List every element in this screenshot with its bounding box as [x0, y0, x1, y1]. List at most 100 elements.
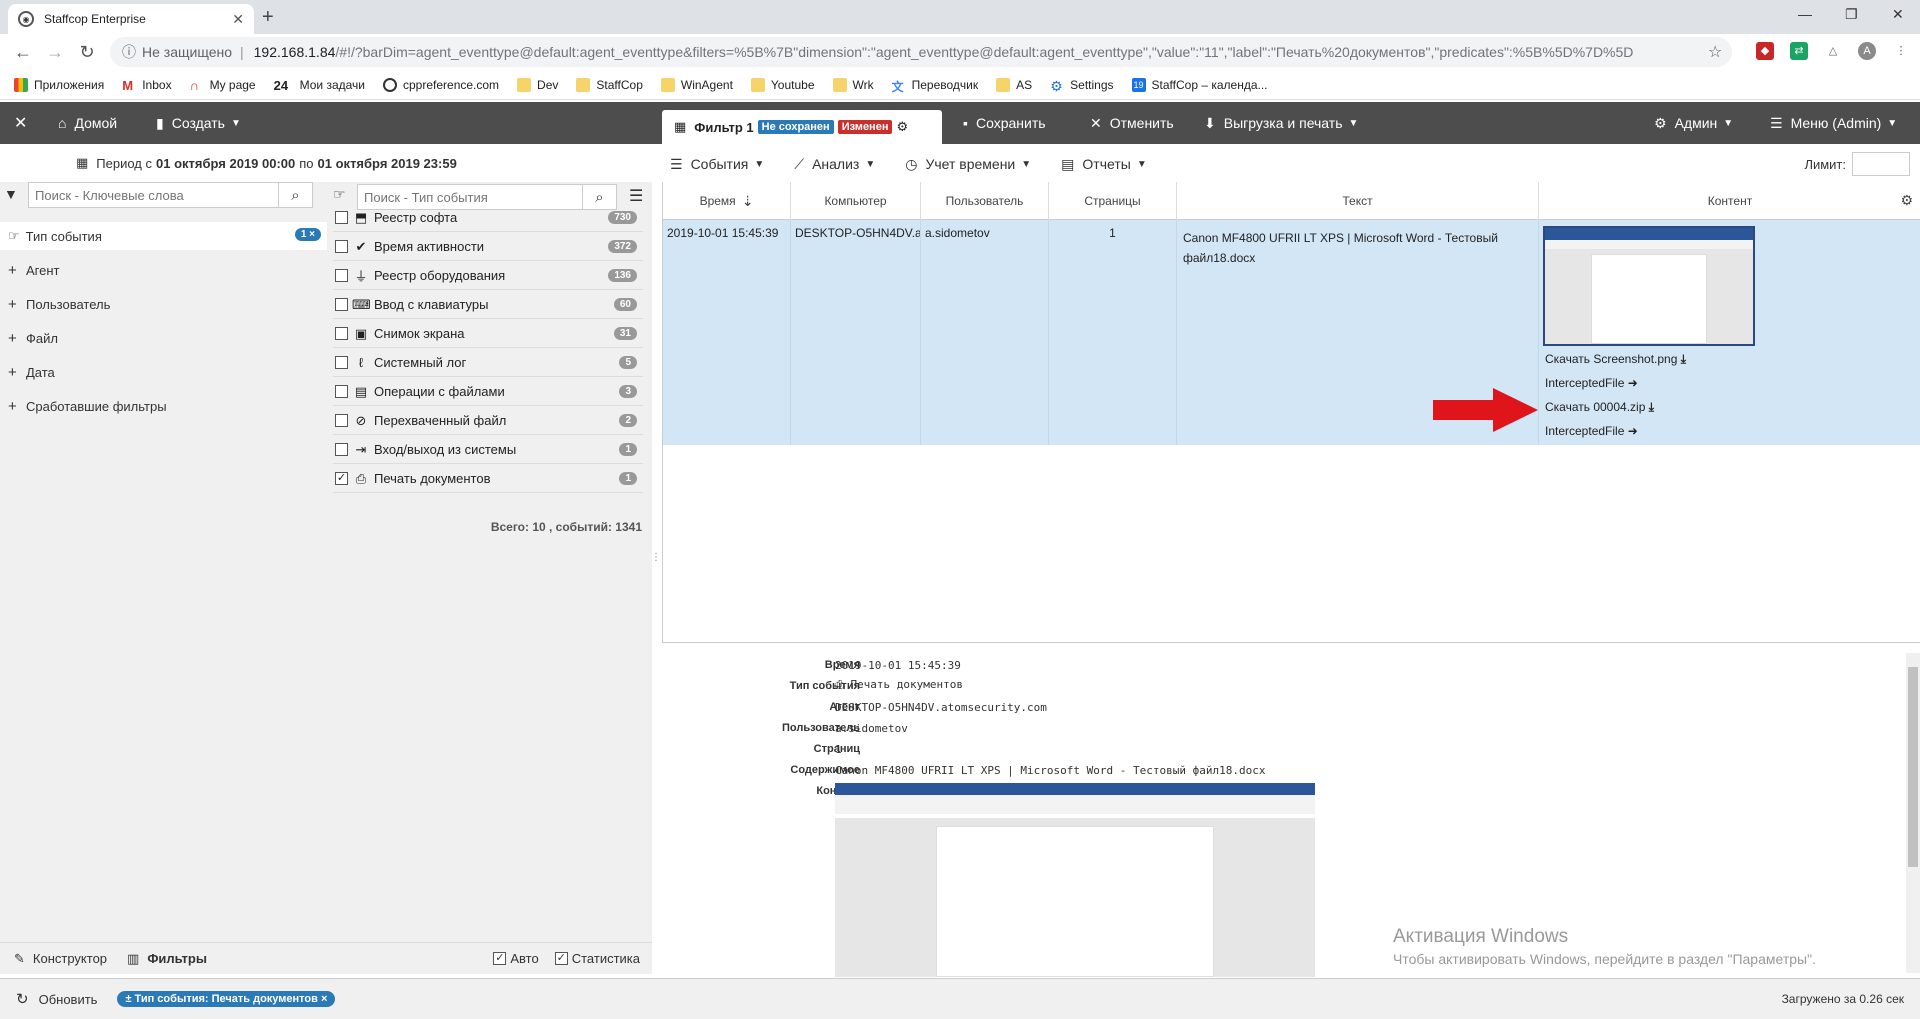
resize-handle[interactable]: ⋮	[651, 552, 661, 563]
bookmark-apps[interactable]: Приложения	[14, 77, 104, 92]
column-user[interactable]: Пользователь	[921, 182, 1049, 220]
column-time[interactable]: Время ⇣	[663, 182, 791, 220]
checkbox[interactable]	[335, 240, 348, 253]
refresh-button[interactable]: ↻ Обновить	[16, 990, 97, 1008]
close-panel-button[interactable]: ✕	[14, 102, 27, 144]
column-computer[interactable]: Компьютер	[791, 182, 921, 220]
bookmark-inbox[interactable]: M Inbox	[122, 78, 171, 93]
bookmark-staffcop[interactable]: StaffCop	[576, 77, 643, 92]
filter-tab[interactable]: ▦ Фильтр 1 Не сохранен Изменен ⚙	[662, 110, 942, 144]
column-text[interactable]: Текст	[1177, 182, 1539, 220]
bookmark-mypage[interactable]: ∩ My page	[190, 78, 256, 93]
reports-menu[interactable]: ▤ Отчеты ▼	[1053, 156, 1147, 173]
create-button[interactable]: ▮ Создать ▼	[156, 102, 241, 144]
extension-cloud-icon[interactable]: △	[1824, 42, 1842, 60]
ublock-icon[interactable]: ◆	[1756, 42, 1774, 60]
event-type-item[interactable]: ⏚ Реестр оборудования 136	[333, 262, 643, 290]
event-type-item[interactable]: ℓ Системный лог 5	[333, 349, 643, 377]
checkbox[interactable]	[335, 414, 348, 427]
event-type-item[interactable]: ▤ Операции с файлами 3	[333, 378, 643, 406]
close-tab-icon[interactable]: ✕	[232, 11, 244, 28]
dimension-user[interactable]: + Пользователь	[0, 290, 327, 318]
dimension-file[interactable]: + Файл	[0, 324, 327, 352]
grid-settings-icon[interactable]: ⚙	[1900, 192, 1913, 209]
column-content[interactable]: Контент	[1539, 182, 1920, 220]
export-print-button[interactable]: ⬇ Выгрузка и печать ▼	[1204, 102, 1358, 144]
statistics-checkbox[interactable]: ✓ Статистика	[553, 951, 640, 966]
bookmark-winagent[interactable]: WinAgent	[660, 77, 733, 92]
bookmark-translator[interactable]: 文 Переводчик	[892, 78, 979, 94]
back-icon[interactable]: ←	[14, 42, 32, 63]
close-window-icon[interactable]: ✕	[1892, 6, 1904, 23]
checkbox[interactable]	[335, 385, 348, 398]
event-type-item[interactable]: ✔ Время активности 372	[333, 233, 643, 261]
bookmark-dev[interactable]: Dev	[517, 77, 558, 92]
download-screenshot-link[interactable]: Скачать Screenshot.png ⤓	[1545, 352, 1686, 367]
event-type-item[interactable]: ✓ ⎙ Печать документов 1	[333, 465, 643, 493]
active-filter-tag[interactable]: ± Тип события: Печать документов ×	[117, 991, 336, 1007]
event-type-item[interactable]: ⌨ Ввод с клавиатуры 60	[333, 291, 643, 319]
analysis-menu[interactable]: ⟋ Анализ ▼	[786, 156, 875, 173]
profile-avatar[interactable]: A	[1858, 42, 1876, 60]
intercepted-file-link[interactable]: InterceptedFile ➜	[1545, 376, 1638, 390]
home-button[interactable]: ⌂ Домой	[58, 102, 117, 144]
download-zip-link[interactable]: Скачать 00004.zip ⤓	[1545, 400, 1654, 415]
dimension-event-type[interactable]: ☞ Тип события 1 ×	[0, 222, 327, 250]
cancel-button[interactable]: ✕ Отменить	[1090, 102, 1174, 144]
extension-icon[interactable]: ⇄	[1790, 42, 1808, 60]
scrollbar-thumb[interactable]	[1908, 667, 1918, 867]
checkbox[interactable]	[335, 356, 348, 369]
checkbox[interactable]	[335, 298, 348, 311]
checkbox-checked[interactable]: ✓	[335, 472, 348, 485]
info-icon[interactable]: ⓘ	[122, 42, 136, 62]
browser-menu-icon[interactable]: ⋮	[1892, 42, 1910, 60]
filters-tab[interactable]: ▥ Фильтры	[127, 951, 207, 967]
restore-icon[interactable]: ❐	[1845, 6, 1858, 23]
dimension-date[interactable]: + Дата	[0, 358, 327, 386]
bookmark-star-icon[interactable]: ☆	[1708, 42, 1722, 62]
checkbox[interactable]	[335, 211, 348, 224]
period-selector[interactable]: ▦ Период с 01 октября 2019 00:00 по 01 о…	[40, 148, 660, 178]
bookmark-as[interactable]: AS	[996, 77, 1032, 92]
limit-input[interactable]	[1852, 152, 1910, 176]
bookmark-calendar[interactable]: 19 StaffCop – календа...	[1131, 77, 1268, 92]
dimension-agent[interactable]: + Агент	[0, 256, 327, 284]
sort-icon[interactable]: ⇣	[742, 193, 754, 210]
search-icon[interactable]: ⌕	[278, 183, 312, 207]
events-menu[interactable]: ☰ События ▼	[662, 156, 764, 173]
forward-icon[interactable]: →	[46, 42, 64, 63]
detail-scrollbar[interactable]	[1906, 653, 1920, 973]
reload-icon[interactable]: ↻	[78, 42, 96, 63]
dimension-count-badge[interactable]: 1 ×	[294, 228, 321, 241]
event-type-item[interactable]: ▣ Снимок экрана 31	[333, 320, 643, 348]
intercepted-file-link[interactable]: InterceptedFile ➜	[1545, 424, 1638, 438]
bookmark-wrk[interactable]: Wrk	[832, 77, 874, 92]
checkbox[interactable]	[335, 443, 348, 456]
list-menu-icon[interactable]: ☰	[629, 186, 643, 206]
content-screenshot-image[interactable]	[835, 783, 1315, 977]
save-button[interactable]: ▪ Сохранить	[963, 102, 1046, 144]
constructor-tab[interactable]: ✎ Конструктор	[14, 951, 107, 967]
filter-settings-icon[interactable]: ⚙	[896, 119, 908, 135]
keyword-search-input[interactable]	[29, 183, 278, 207]
bookmark-youtube[interactable]: Youtube	[750, 77, 815, 92]
column-pages[interactable]: Страницы	[1049, 182, 1177, 220]
checkbox[interactable]	[335, 327, 348, 340]
minimize-icon[interactable]: —	[1798, 6, 1812, 22]
screenshot-thumbnail[interactable]	[1543, 226, 1755, 346]
main-menu-button[interactable]: ☰ Меню (Admin) ▼	[1770, 102, 1897, 144]
checkbox[interactable]	[335, 269, 348, 282]
filter-funnel-icon[interactable]: ▼	[4, 186, 18, 202]
time-tracking-menu[interactable]: ◷ Учет времени ▼	[897, 156, 1031, 173]
dimension-triggered-filters[interactable]: + Сработавшие фильтры	[0, 392, 327, 420]
bookmark-settings[interactable]: ⚙ Settings	[1050, 78, 1113, 94]
bookmark-tasks[interactable]: 24 Мои задачи	[274, 78, 365, 93]
event-type-item[interactable]: ⬒ Реестр софта 730	[333, 204, 643, 232]
new-tab-icon[interactable]: +	[262, 6, 274, 29]
event-type-item[interactable]: ⇥ Вход/выход из системы 1	[333, 436, 643, 464]
url-input[interactable]: ⓘ Не защищено | 192.168.1.84 /#!/?barDim…	[110, 37, 1732, 67]
browser-tab[interactable]: ◉ Staffcop Enterprise ✕	[8, 4, 254, 34]
event-type-item[interactable]: ⊘ Перехваченный файл 2	[333, 407, 643, 435]
admin-menu-button[interactable]: ⚙ Админ ▼	[1654, 102, 1733, 144]
auto-checkbox[interactable]: ✓ Авто	[491, 951, 539, 966]
